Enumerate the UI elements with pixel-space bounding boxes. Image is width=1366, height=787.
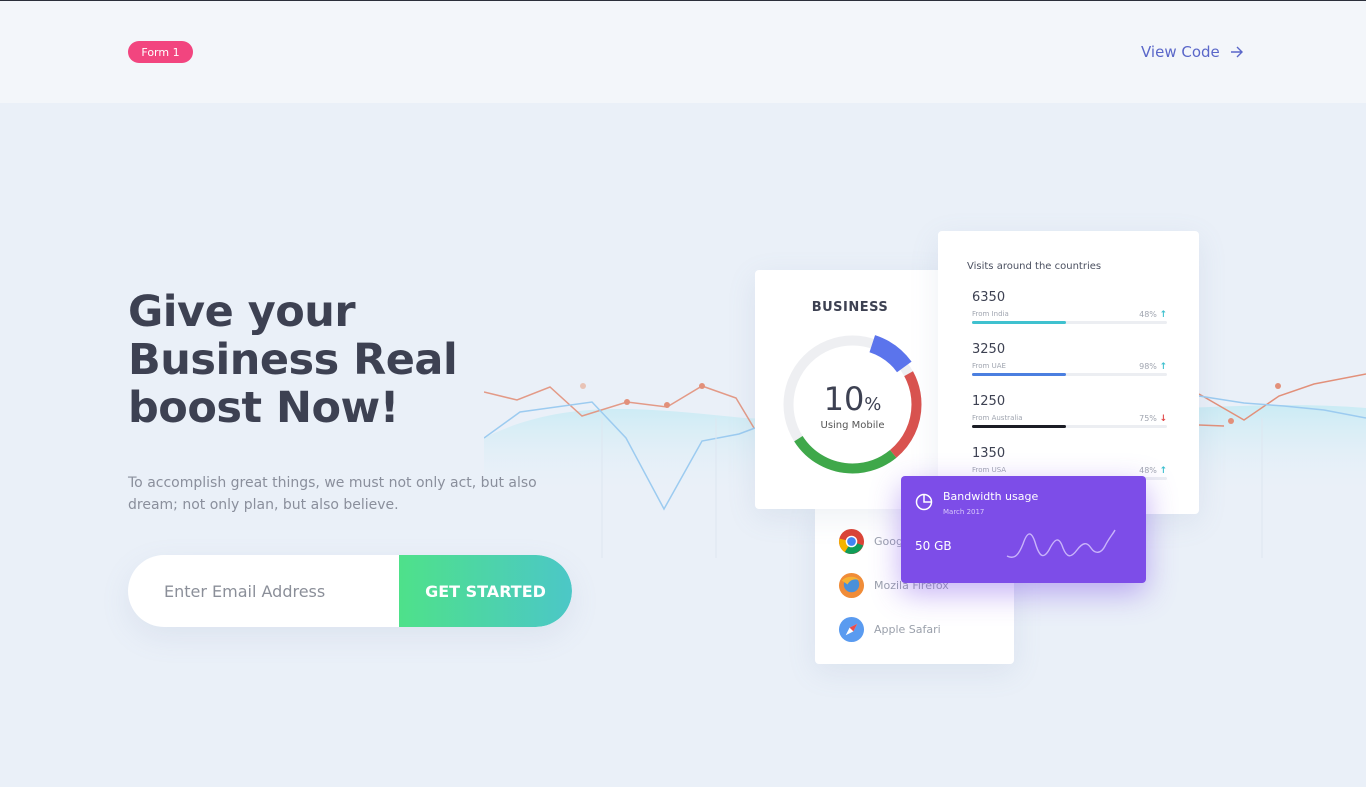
hero-headline: Give your Business Real boost Now! xyxy=(128,287,458,433)
view-code-link[interactable]: View Code xyxy=(1141,41,1244,63)
hero-subtext: To accomplish great things, we must not … xyxy=(128,475,537,513)
visit-count: 3250 xyxy=(972,342,1006,357)
visit-percentage: 48% ↑ xyxy=(1139,310,1167,320)
trend-up-icon: ↑ xyxy=(1159,310,1167,320)
visit-row: 3250 From UAE 98% ↑ xyxy=(972,342,1167,382)
visits-card: Visits around the countries 6350 From Ind… xyxy=(938,231,1199,514)
browser-label: Apple Safari xyxy=(874,623,941,636)
visit-percentage: 75% ↓ xyxy=(1139,414,1167,424)
business-card: BUSINESS 10% Using Mobile xyxy=(755,270,950,509)
visit-count: 1250 xyxy=(972,394,1006,409)
top-bar: Form 1 View Code xyxy=(0,1,1366,103)
get-started-button[interactable]: GET STARTED xyxy=(399,555,572,627)
mobile-percentage: 10% xyxy=(823,380,882,418)
visit-country: From Australia xyxy=(972,414,1023,422)
visit-row: 1250 From Australia 75% ↓ xyxy=(972,394,1167,434)
firefox-icon xyxy=(838,572,865,599)
bandwidth-title: Bandwidth usage xyxy=(943,490,1039,503)
visit-progress-track xyxy=(972,425,1167,428)
bandwidth-value: 50 GB xyxy=(915,539,952,553)
visit-progress-track xyxy=(972,321,1167,324)
visit-country: From India xyxy=(972,310,1009,318)
visit-progress-fill xyxy=(972,425,1066,428)
trend-up-icon: ↑ xyxy=(1159,466,1167,476)
visit-country: From UAE xyxy=(972,362,1006,370)
visit-country: From USA xyxy=(972,466,1007,474)
visit-percentage: 98% ↑ xyxy=(1139,362,1167,372)
trend-up-icon: ↑ xyxy=(1159,362,1167,372)
visit-progress-fill xyxy=(972,321,1066,324)
visit-progress-fill xyxy=(972,373,1066,376)
business-title: BUSINESS xyxy=(811,300,889,315)
view-code-label: View Code xyxy=(1141,43,1220,61)
bandwidth-date: March 2017 xyxy=(943,508,985,516)
form-badge: Form 1 xyxy=(128,41,193,63)
visit-progress-track xyxy=(972,373,1167,376)
visit-count: 1350 xyxy=(972,446,1006,461)
pie-chart-icon xyxy=(915,493,933,511)
bandwidth-card: Bandwidth usage March 2017 50 GB xyxy=(901,476,1146,583)
donut-center: 10% Using Mobile xyxy=(780,380,925,431)
safari-icon xyxy=(838,616,865,643)
chrome-icon xyxy=(838,528,865,555)
visit-percentage: 48% ↑ xyxy=(1139,466,1167,476)
mobile-label: Using Mobile xyxy=(820,420,885,431)
visit-row: 6350 From India 48% ↑ xyxy=(972,290,1167,330)
bandwidth-sparkline xyxy=(1006,529,1116,558)
visit-count: 6350 xyxy=(972,290,1006,305)
visits-title: Visits around the countries xyxy=(967,261,1102,272)
browser-item-safari: Apple Safari xyxy=(838,616,941,643)
arrow-right-icon xyxy=(1230,46,1243,58)
email-input[interactable] xyxy=(128,555,399,627)
trend-down-icon: ↓ xyxy=(1159,414,1167,424)
signup-form: GET STARTED xyxy=(128,555,572,627)
